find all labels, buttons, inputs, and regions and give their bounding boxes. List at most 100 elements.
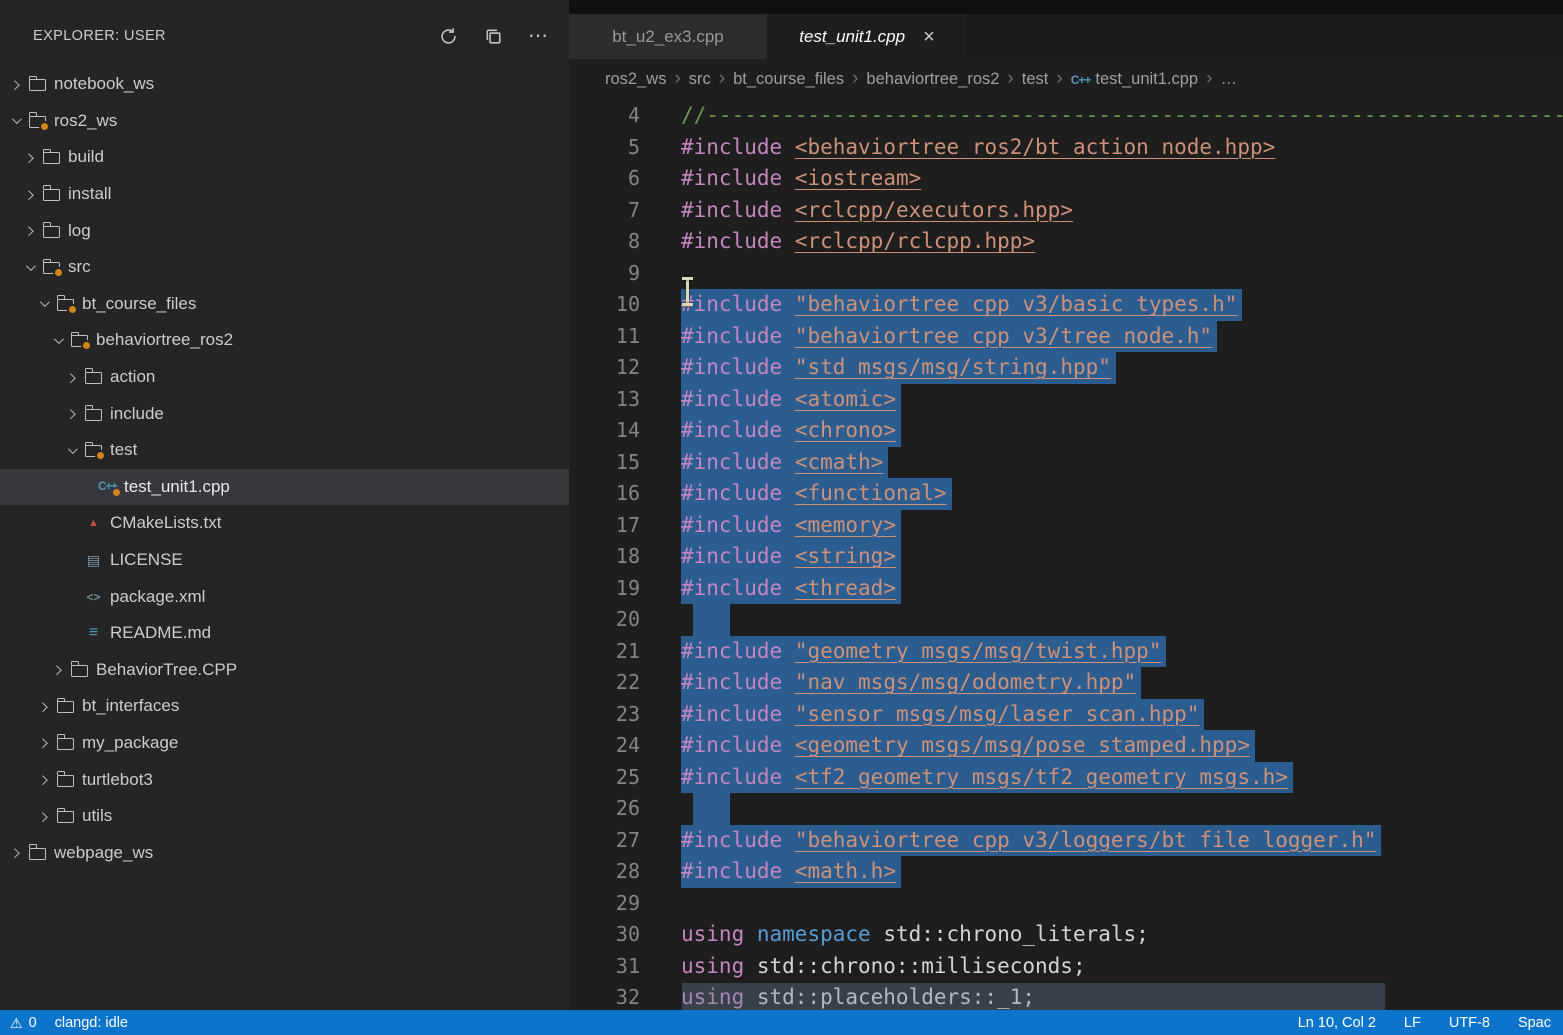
- code-line-6[interactable]: 6#include <iostream>: [569, 163, 1563, 195]
- breadcrumb-item-…[interactable]: …: [1220, 70, 1237, 89]
- tab-test_unit1.cpp[interactable]: test_unit1.cpp×: [768, 14, 966, 59]
- breadcrumb-item-src[interactable]: src: [689, 70, 711, 89]
- code-line-17[interactable]: 17#include <memory>: [569, 510, 1563, 542]
- code-line-20[interactable]: 20: [569, 604, 1563, 636]
- line-number[interactable]: 30: [569, 919, 640, 951]
- line-number[interactable]: 18: [569, 541, 640, 573]
- line-number[interactable]: 23: [569, 699, 640, 731]
- tree-item-bt_interfaces[interactable]: bt_interfaces: [0, 688, 569, 725]
- code-line-5[interactable]: 5#include <behaviortree_ros2/bt_action_n…: [569, 132, 1563, 164]
- line-number[interactable]: 10: [569, 289, 640, 321]
- tree-item-install[interactable]: install: [0, 176, 569, 213]
- status-problems[interactable]: ⚠0: [10, 1015, 37, 1031]
- line-number[interactable]: 25: [569, 762, 640, 794]
- code-line-4[interactable]: 4//-------------------------------------…: [569, 100, 1563, 132]
- more-actions-icon[interactable]: ⋯: [527, 25, 549, 47]
- code-line-16[interactable]: 16#include <functional>: [569, 478, 1563, 510]
- tree-item-action[interactable]: action: [0, 359, 569, 396]
- code-line-23[interactable]: 23#include "sensor_msgs/msg/laser_scan.h…: [569, 699, 1563, 731]
- line-number[interactable]: 16: [569, 478, 640, 510]
- line-number[interactable]: 7: [569, 195, 640, 227]
- code-line-14[interactable]: 14#include <chrono>: [569, 415, 1563, 447]
- line-number[interactable]: 31: [569, 951, 640, 983]
- line-number[interactable]: 28: [569, 856, 640, 888]
- tree-item-test_unit1.cpp[interactable]: C++test_unit1.cpp: [0, 469, 569, 506]
- status-encoding[interactable]: UTF-8: [1449, 1015, 1490, 1031]
- tree-item-bt_course_files[interactable]: bt_course_files: [0, 286, 569, 323]
- tree-item-BehaviorTree.CPP[interactable]: BehaviorTree.CPP: [0, 652, 569, 689]
- tree-item-utils[interactable]: utils: [0, 798, 569, 835]
- code-line-8[interactable]: 8#include <rclcpp/rclcpp.hpp>: [569, 226, 1563, 258]
- code-line-21[interactable]: 21#include "geometry_msgs/msg/twist.hpp": [569, 636, 1563, 668]
- code-line-31[interactable]: 31using std::chrono::milliseconds;: [569, 951, 1563, 983]
- code-line-10[interactable]: 10#include "behaviortree_cpp_v3/basic_ty…: [569, 289, 1563, 321]
- line-number[interactable]: 20: [569, 604, 640, 636]
- line-number[interactable]: 12: [569, 352, 640, 384]
- tree-item-build[interactable]: build: [0, 139, 569, 176]
- code-line-18[interactable]: 18#include <string>: [569, 541, 1563, 573]
- line-number[interactable]: 22: [569, 667, 640, 699]
- tree-item-ros2_ws[interactable]: ros2_ws: [0, 103, 569, 140]
- code-line-22[interactable]: 22#include "nav_msgs/msg/odometry.hpp": [569, 667, 1563, 699]
- tree-item-README.md[interactable]: ≡README.md: [0, 615, 569, 652]
- code-line-19[interactable]: 19#include <thread>: [569, 573, 1563, 605]
- tab-bt_u2_ex3.cpp[interactable]: bt_u2_ex3.cpp: [569, 14, 767, 59]
- code-line-29[interactable]: 29: [569, 888, 1563, 920]
- line-number[interactable]: 8: [569, 226, 640, 258]
- tree-item-turtlebot3[interactable]: turtlebot3: [0, 761, 569, 798]
- tree-item-my_package[interactable]: my_package: [0, 725, 569, 762]
- line-number[interactable]: 5: [569, 132, 640, 164]
- code-line-25[interactable]: 25#include <tf2_geometry_msgs/tf2_geomet…: [569, 762, 1563, 794]
- breadcrumb-item-test_unit1.cpp[interactable]: C++test_unit1.cpp: [1071, 70, 1198, 89]
- line-number[interactable]: 27: [569, 825, 640, 857]
- code-line-13[interactable]: 13#include <atomic>: [569, 384, 1563, 416]
- tree-item-behaviortree_ros2[interactable]: behaviortree_ros2: [0, 322, 569, 359]
- tree-item-package.xml[interactable]: <>package.xml: [0, 578, 569, 615]
- code-line-11[interactable]: 11#include "behaviortree_cpp_v3/tree_nod…: [569, 321, 1563, 353]
- tree-item-LICENSE[interactable]: ▤LICENSE: [0, 542, 569, 579]
- tree-item-webpage_ws[interactable]: webpage_ws: [0, 834, 569, 871]
- line-number[interactable]: 13: [569, 384, 640, 416]
- line-number[interactable]: 32: [569, 982, 640, 1010]
- line-number[interactable]: 19: [569, 573, 640, 605]
- line-number[interactable]: 4: [569, 100, 640, 132]
- close-icon[interactable]: ×: [923, 27, 935, 47]
- code-line-15[interactable]: 15#include <cmath>: [569, 447, 1563, 479]
- line-number[interactable]: 26: [569, 793, 640, 825]
- line-number[interactable]: 29: [569, 888, 640, 920]
- collapse-folders-icon[interactable]: [482, 25, 504, 47]
- status-clangd[interactable]: clangd: idle: [55, 1015, 128, 1031]
- refresh-icon[interactable]: [437, 25, 459, 47]
- line-number[interactable]: 17: [569, 510, 640, 542]
- breadcrumb-item-bt_course_files[interactable]: bt_course_files: [733, 70, 844, 89]
- horizontal-scrollbar[interactable]: [682, 983, 1385, 1010]
- line-number[interactable]: 15: [569, 447, 640, 479]
- line-number[interactable]: 14: [569, 415, 640, 447]
- code-line-7[interactable]: 7#include <rclcpp/executors.hpp>: [569, 195, 1563, 227]
- status-indentation[interactable]: Spac: [1518, 1015, 1551, 1031]
- breadcrumb-item-behaviortree_ros2[interactable]: behaviortree_ros2: [866, 70, 999, 89]
- tree-item-include[interactable]: include: [0, 395, 569, 432]
- tree-item-notebook_ws[interactable]: notebook_ws: [0, 66, 569, 103]
- line-number[interactable]: 11: [569, 321, 640, 353]
- line-number[interactable]: 6: [569, 163, 640, 195]
- tree-item-CMakeLists.txt[interactable]: ▲CMakeLists.txt: [0, 505, 569, 542]
- code-line-24[interactable]: 24#include <geometry_msgs/msg/pose_stamp…: [569, 730, 1563, 762]
- line-number[interactable]: 24: [569, 730, 640, 762]
- status-cursor-position[interactable]: Ln 10, Col 2: [1298, 1015, 1376, 1031]
- code-line-26[interactable]: 26: [569, 793, 1563, 825]
- code-line-9[interactable]: 9: [569, 258, 1563, 290]
- status-eol[interactable]: LF: [1404, 1015, 1421, 1031]
- code-line-30[interactable]: 30using namespace std::chrono_literals;: [569, 919, 1563, 951]
- code-editor[interactable]: 4//-------------------------------------…: [569, 100, 1563, 1010]
- code-line-27[interactable]: 27#include "behaviortree_cpp_v3/loggers/…: [569, 825, 1563, 857]
- tree-item-log[interactable]: log: [0, 212, 569, 249]
- code-line-12[interactable]: 12#include "std_msgs/msg/string.hpp": [569, 352, 1563, 384]
- line-number[interactable]: 21: [569, 636, 640, 668]
- breadcrumb-item-test[interactable]: test: [1022, 70, 1049, 89]
- code-line-28[interactable]: 28#include <math.h>: [569, 856, 1563, 888]
- tree-item-src[interactable]: src: [0, 249, 569, 286]
- breadcrumb-item-ros2_ws[interactable]: ros2_ws: [605, 70, 666, 89]
- tree-item-test[interactable]: test: [0, 432, 569, 469]
- line-number[interactable]: 9: [569, 258, 640, 290]
